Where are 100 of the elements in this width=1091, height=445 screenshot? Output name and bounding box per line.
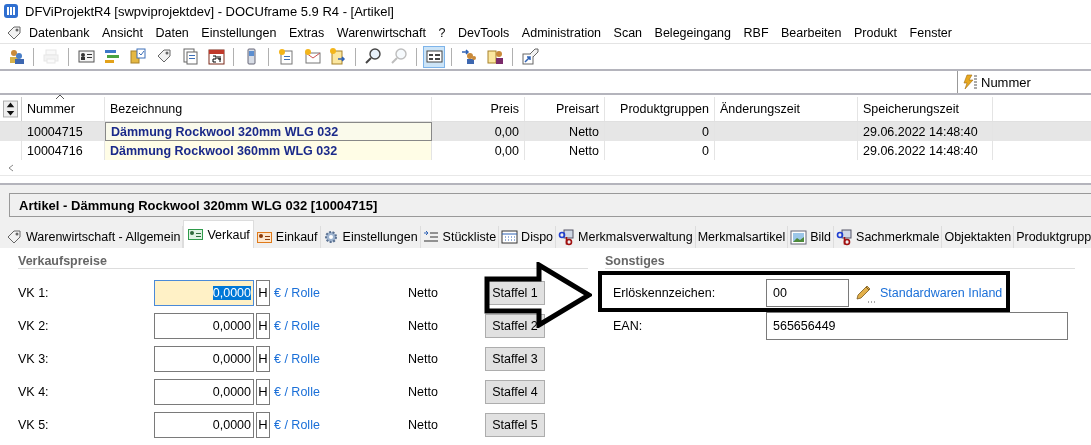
tag-icon[interactable] xyxy=(6,24,22,41)
tab[interactable]: Verkauf xyxy=(183,220,254,248)
flag-box[interactable]: H xyxy=(256,345,270,372)
window-title: DFViProjektR4 [swpviprojektdev] - DOCUframe 5.9 R4 - [Artikel] xyxy=(25,3,394,19)
price-field[interactable]: 0,0000 xyxy=(154,312,254,339)
id-card-icon xyxy=(187,226,205,243)
column-header[interactable]: Speicherungszeit xyxy=(858,97,993,121)
tab[interactable]: Dispo xyxy=(499,226,557,248)
menu-item[interactable]: Bearbeiten xyxy=(781,25,842,40)
tier-button[interactable]: Staffel 4 xyxy=(485,379,545,404)
menu-item[interactable]: Warenwirtschaft xyxy=(336,25,426,40)
unit-link[interactable]: € / Rolle xyxy=(274,417,408,432)
menu-item[interactable]: Einstellungen xyxy=(201,25,277,40)
field-label: EAN: xyxy=(612,318,644,333)
tier-button[interactable]: Staffel 5 xyxy=(485,412,545,437)
field-label: VK 1: xyxy=(18,285,50,300)
table-cell: Netto xyxy=(525,122,605,141)
column-header[interactable]: Nummer xyxy=(22,97,105,121)
ab-icon xyxy=(558,228,576,246)
document-export-icon xyxy=(329,48,347,65)
gear-icon xyxy=(322,228,340,246)
menu-item[interactable]: RBF xyxy=(743,25,769,40)
ab-icon xyxy=(836,228,854,246)
tab[interactable]: Bild xyxy=(788,226,835,248)
menu-item[interactable]: Produkt xyxy=(854,25,898,40)
unit-link[interactable]: € / Rolle xyxy=(274,351,408,366)
input-field[interactable]: 565656449 xyxy=(766,311,1068,340)
column-header[interactable]: Preis xyxy=(432,97,525,121)
shortcut-icon xyxy=(521,48,539,65)
new-document-icon xyxy=(277,48,295,65)
app-icon xyxy=(3,3,19,19)
lightning-icon xyxy=(961,74,978,90)
price-field[interactable]: 0,0000 xyxy=(154,411,254,438)
price-field[interactable]: 0,0000 xyxy=(154,279,254,306)
input-field[interactable]: 00 xyxy=(766,278,849,307)
field-label: VK 3: xyxy=(18,351,50,366)
price-field[interactable]: 0,0000 xyxy=(154,378,254,405)
table-cell: Netto xyxy=(525,141,605,160)
column-header[interactable]: Bezeichnung xyxy=(105,97,432,121)
picture-icon xyxy=(790,228,808,246)
calendar-icon xyxy=(501,228,519,246)
column-header[interactable]: Produktgruppen xyxy=(605,97,715,121)
table-cell: Dämmung Rockwool 360mm WLG 032 xyxy=(105,141,432,160)
column-header[interactable]: Änderungszeit xyxy=(715,97,858,121)
menu-item[interactable]: Administration xyxy=(521,25,602,40)
people-icon xyxy=(7,48,25,65)
tier-button[interactable]: Staffel 3 xyxy=(485,346,545,371)
scroll-left-icon[interactable] xyxy=(8,163,14,172)
link[interactable]: Standardwaren Inland xyxy=(880,285,1003,300)
unit-link[interactable]: € / Rolle xyxy=(274,318,408,333)
menu-item[interactable]: Extras xyxy=(288,25,325,40)
price-type: Netto xyxy=(408,285,439,300)
price-type: Netto xyxy=(408,351,439,366)
search-icon xyxy=(390,48,408,65)
table-cell: 29.06.2022 14:48:40 xyxy=(858,122,993,141)
menu-item[interactable]: Fenster xyxy=(909,25,952,40)
table-cell: Dämmung Rockwool 320mm WLG 032 xyxy=(105,122,432,141)
menu-item[interactable]: ? xyxy=(438,25,446,40)
flag-box[interactable]: H xyxy=(256,279,270,306)
people-document-icon xyxy=(486,48,504,65)
menu-item[interactable]: Datenbank xyxy=(29,25,90,40)
flag-box[interactable]: H xyxy=(256,411,270,438)
sort-caret-icon xyxy=(55,94,65,100)
tab[interactable]: Merkmalsverwaltung xyxy=(556,226,696,248)
tag-icon xyxy=(6,228,23,246)
field-label: Erlöskennzeichen: xyxy=(612,285,717,300)
sort-field[interactable]: Nummer xyxy=(957,71,1091,93)
sort-toggle-icon[interactable] xyxy=(3,100,18,118)
tab[interactable]: Objektakten xyxy=(942,226,1015,248)
price-field[interactable]: 0,0000 xyxy=(154,345,254,372)
tab[interactable]: Merkmalsartikel xyxy=(695,226,789,248)
flag-box[interactable]: H xyxy=(256,378,270,405)
record-title: Artikel - Dämmung Rockwool 320mm WLG 032 [10004715] xyxy=(9,193,1091,217)
toolbar-button[interactable] xyxy=(423,45,445,68)
menu-item[interactable]: Belegeingang xyxy=(654,25,732,40)
unit-link[interactable]: € / Rolle xyxy=(274,285,408,300)
table-cell: 29.06.2022 14:48:40 xyxy=(858,141,993,160)
menu-item[interactable]: DevTools xyxy=(457,25,510,40)
people-arrow-icon xyxy=(460,48,478,65)
table-cell: 0 xyxy=(605,122,715,141)
menu-item[interactable]: Ansicht xyxy=(101,25,143,40)
flag-box[interactable]: H xyxy=(256,312,270,339)
field-label: VK 5: xyxy=(18,417,50,432)
price-type: Netto xyxy=(408,417,439,432)
calendar-icon xyxy=(207,48,225,65)
form-view-icon xyxy=(425,48,443,65)
menu-item[interactable]: Daten xyxy=(155,25,189,40)
table-cell: 10004715 xyxy=(22,122,105,141)
unit-link[interactable]: € / Rolle xyxy=(274,384,408,399)
price-type: Netto xyxy=(408,318,439,333)
documents-icon xyxy=(181,48,199,65)
tab[interactable]: Sachmerkmale xyxy=(834,226,943,248)
field-label: VK 2: xyxy=(18,318,50,333)
menu-item[interactable]: Scan xyxy=(613,25,643,40)
toolbar-button[interactable] xyxy=(519,45,541,68)
column-header[interactable]: Preisart xyxy=(525,97,605,121)
folder-icon xyxy=(129,48,147,65)
section-title: Verkaufspreise xyxy=(18,248,588,269)
new-envelope-icon xyxy=(303,48,321,65)
id-card-icon xyxy=(77,48,95,65)
